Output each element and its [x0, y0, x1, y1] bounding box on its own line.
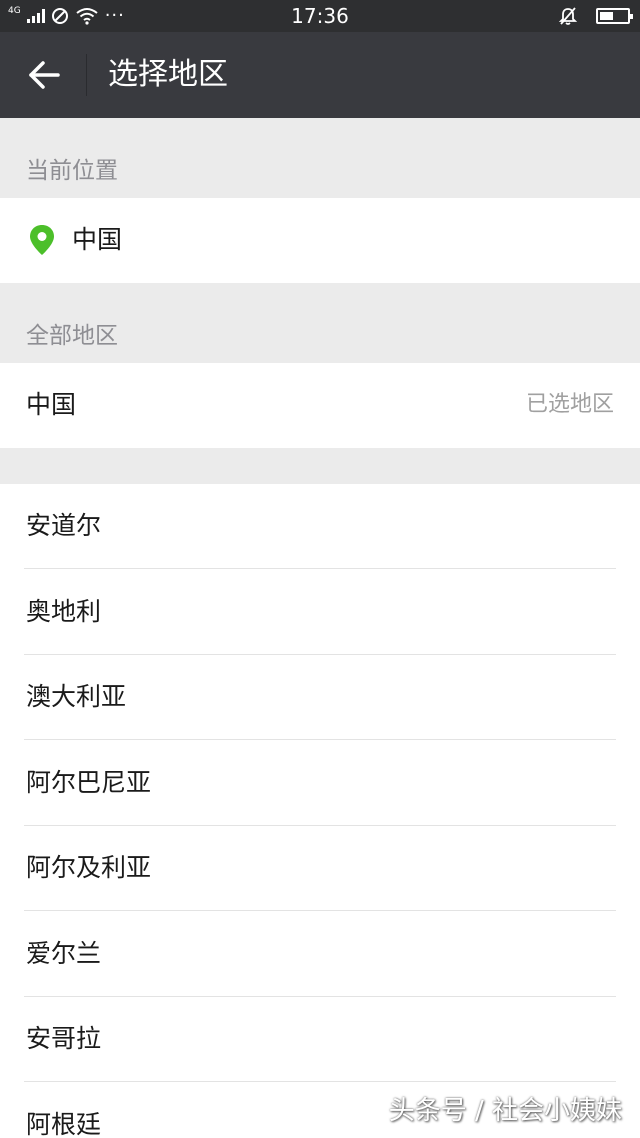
current-location-row[interactable]: 中国	[0, 198, 640, 283]
country-list-item[interactable]: 澳大利亚	[0, 655, 640, 740]
selected-region-hint: 已选地区	[525, 392, 614, 417]
status-bar: 4G ··· 17:36	[0, 0, 640, 32]
country-name: 安道尔	[26, 511, 102, 540]
selected-region-text: 中国	[26, 390, 77, 419]
country-list-item[interactable]: 阿尔巴尼亚	[0, 741, 640, 826]
country-name: 爱尔兰	[26, 938, 102, 968]
silent-mode-icon	[558, 7, 578, 25]
country-list-item[interactable]: 奥地利	[0, 570, 640, 655]
current-location-section-label: 当前位置	[26, 158, 118, 184]
country-name: 安哥拉	[26, 1024, 102, 1053]
status-time: 17:36	[291, 4, 349, 28]
country-name: 澳大利亚	[26, 682, 127, 711]
country-list: 安道尔奥地利澳大利亚阿尔巴尼亚阿尔及利亚爱尔兰安哥拉阿根廷	[0, 484, 640, 1138]
country-list-item[interactable]: 安道尔	[0, 484, 640, 569]
country-list-item[interactable]: 阿尔及利亚	[0, 826, 640, 911]
country-name: 阿尔巴尼亚	[26, 767, 152, 797]
country-name: 奥地利	[26, 596, 102, 626]
status-right-group	[558, 5, 633, 27]
country-name: 阿根廷	[26, 1109, 102, 1138]
selected-region-row[interactable]: 中国 已选地区	[0, 363, 640, 448]
app-bar: 选择地区	[0, 32, 640, 118]
all-regions-section-label: 全部地区	[26, 323, 118, 349]
battery-icon	[596, 8, 633, 24]
back-button[interactable]	[22, 53, 66, 97]
app-bar-divider	[86, 54, 87, 96]
country-list-item[interactable]: 爱尔兰	[0, 912, 640, 997]
current-location-text: 中国	[72, 225, 123, 254]
location-pin-icon	[30, 225, 54, 255]
battery-level-fill	[600, 12, 613, 20]
country-list-item[interactable]: 安哥拉	[0, 997, 640, 1082]
page-title: 选择地区	[108, 57, 228, 92]
watermark: 头条号 / 社会小姨妹	[388, 1096, 622, 1126]
country-name: 阿尔及利亚	[26, 853, 152, 882]
arrow-left-icon	[29, 61, 60, 89]
